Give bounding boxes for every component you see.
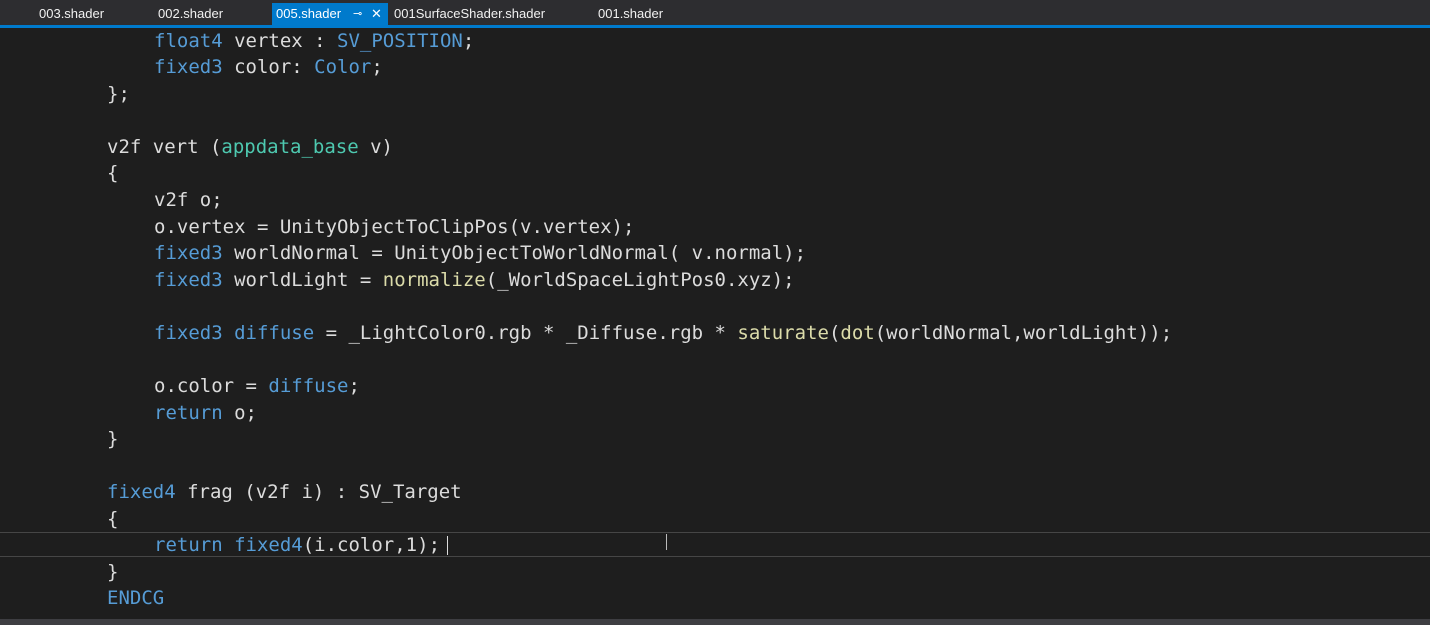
pin-icon[interactable]: ⊸ (353, 3, 362, 25)
ibeam-cursor-icon (666, 534, 670, 550)
tab-label: 005.shader (276, 6, 342, 21)
code-line-12: fixed3 diffuse = _LightColor0.rgb * _Dif… (154, 322, 1173, 344)
code-line-20: return fixed4(i.color,1); (154, 534, 441, 556)
code-line-5: v2f vert (appdata_base v) (107, 136, 393, 158)
code-line-19: { (107, 508, 119, 530)
tab-label: 002.shader (158, 6, 224, 21)
code-line-10: fixed3 worldLight = normalize(_WorldSpac… (154, 269, 795, 291)
tab-001-shader[interactable]: 001.shader (594, 3, 667, 25)
code-line-16: } (107, 428, 119, 450)
horizontal-scrollbar[interactable] (0, 619, 1430, 625)
code-line-8: o.vertex = UnityObjectToClipPos(v.vertex… (154, 216, 635, 238)
code-line-14: o.color = diffuse; (154, 375, 360, 397)
tab-002-shader[interactable]: 002.shader (154, 3, 227, 25)
code-line-18: fixed4 frag (v2f i) : SV_Target (107, 481, 462, 503)
code-line-21: } (107, 561, 119, 583)
code-line-1: float4 vertex : SV_POSITION; (154, 30, 475, 52)
code-line-7: v2f o; (154, 189, 223, 211)
code-line-6: { (107, 162, 119, 184)
tab-bar: 003.shader 002.shader 005.shader ⊸ ✕ 001… (0, 0, 1430, 28)
code-line-2: fixed3 color: Color; (154, 56, 383, 78)
close-icon[interactable]: ✕ (371, 3, 382, 25)
code-line-9: fixed3 worldNormal = UnityObjectToWorldN… (154, 242, 807, 264)
code-line-22: ENDCG (107, 587, 165, 609)
code-line-3: }; (107, 83, 130, 105)
text-caret (447, 536, 448, 555)
tab-005-shader[interactable]: 005.shader ⊸ ✕ (272, 3, 388, 25)
code-line-15: return o; (154, 402, 257, 424)
tab-label: 001SurfaceShader.shader (394, 6, 546, 21)
tab-001surfaceshader-shader[interactable]: 001SurfaceShader.shader (390, 3, 549, 25)
tab-label: 003.shader (39, 6, 105, 21)
tab-label: 001.shader (598, 6, 664, 21)
code-editor[interactable]: float4 vertex : SV_POSITION; fixed3 colo… (0, 28, 1430, 625)
tab-003-shader[interactable]: 003.shader (35, 3, 108, 25)
